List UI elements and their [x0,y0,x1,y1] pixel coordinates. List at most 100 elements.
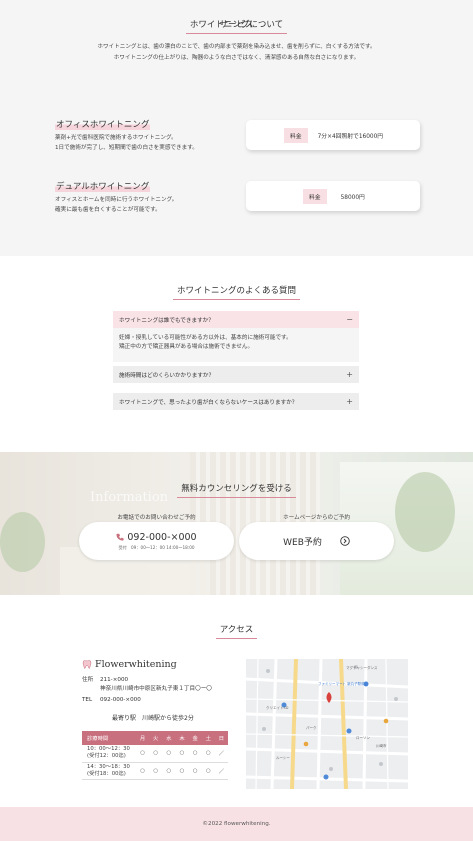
web-reserve-button[interactable]: WEB予約 [239,522,394,560]
schedule-time: 14：30〜18：30 (受付18：00迄) [82,762,136,780]
schedule-mark: ○ [175,762,189,780]
map-graphic: マグチャシーダンス ファミリーマート 新丸子駅前店 クリエイトSD ローソン ル… [246,659,408,789]
about-desc-line: ホワイトニングの仕上がりは、陶器のような白さではなく、清潔感のある自然な白さにな… [113,55,360,61]
tel-label: TEL [82,697,93,703]
service-desc: 薬剤+光で歯科医院で施術するホワイトニング。 [55,135,177,141]
map-label: ローソン [356,736,370,740]
web-label: ホームページからのご予約 [283,515,350,521]
schedule-mark: ○ [188,745,202,763]
schedule-header: 月 [136,731,150,745]
faq-question-text: ホワイトニングで、思ったより歯が白くならないケースはありますか？ [119,399,298,406]
service-office: オフィスホワイトニング 薬剤+光で歯科医院で施術するホワイトニング。 1日で施術… [55,118,255,153]
tel-number: 092-000-×000 [100,697,141,703]
map-label: パーク [306,725,317,730]
schedule-header: 土 [201,731,215,745]
price-card-dual: 料金 58000円 [246,181,420,211]
faq-question-text: ホワイトニングは誰でもできますか？ [119,317,214,324]
web-reserve-label: WEB予約 [283,537,322,548]
faq-answer-line: 矯正中の方で矯正器具がある場合は施術できません。 [119,344,254,350]
schedule-header: 日 [214,731,228,745]
schedule-mark: ○ [136,762,150,780]
schedule-row: 14：30〜18：30 (受付18：00迄) ○ ○ ○ ○ ○ ○ ／ [82,762,228,780]
phone-hours: 受付 09：00〜12：00 14:00〜18:00 [118,544,195,550]
faq-question[interactable]: 施術時間はどのくらいかかりますか？ + [113,366,359,383]
map-label: 川崎市 [376,743,387,748]
service-name: デュアルホワイトニング [55,180,151,192]
schedule-mark: ○ [149,745,163,763]
service-desc: オフィスとホームを同時に行うホワイトニング。 [55,197,178,203]
phone-label: お電話でのお問い合わせご予約 [117,515,196,521]
schedule-mark: ○ [175,745,189,763]
faq-question[interactable]: ホワイトニングは誰でもできますか？ − [113,311,359,328]
faq-answer: 妊婦・授乳している可能性がある方以外は、基本的に施術可能です。 矯正中の方で矯正… [113,328,359,362]
faq-item: 施術時間はどのくらいかかりますか？ + [113,366,359,383]
access-section: アクセス Flowerwhitening 住所 211-×000 神奈川県川崎市… [0,595,473,807]
service-dual: デュアルホワイトニング オフィスとホームを同時に行うホワイトニング。 確実に最も… [55,180,255,215]
price-label: 料金 [303,188,327,204]
price-label: 料金 [284,127,308,143]
schedule-mark: ○ [201,762,215,780]
copyright: ©2022 flowerwhitening. [202,821,271,827]
schedule-mark: ○ [162,745,176,763]
schedule-mark: ○ [201,745,215,763]
schedule-mark: ○ [162,762,176,780]
schedule-mark: ○ [188,762,202,780]
chevron-right-circle-icon [340,536,350,546]
address-text: 神奈川県川崎市中原区新丸子東１丁目〇ー〇 [100,686,212,692]
address-row: 住所 211-×000 [82,676,212,685]
schedule-header-row: 診療時間 月 火 水 木 金 土 日 [82,731,228,745]
counsel-title: 無料カウンセリングを受ける [0,482,473,502]
address-label: 住所 [82,677,94,683]
schedule-row: 10：00〜12：30 (受付12：00迄) ○ ○ ○ ○ ○ ○ ／ [82,745,228,763]
price-card-office: 料金 7分×4回照射で16000円 [246,120,420,150]
faq-question[interactable]: ホワイトニングで、思ったより歯が白くならないケースはありますか？ + [113,393,359,410]
price-value: 7分×4回照射で16000円 [317,133,384,140]
about-section: ホワイトニングについて ホワイトニングとは、歯の漂白のことで、歯の内部まで薬剤を… [0,0,473,256]
clinic-logo: Flowerwhitening [82,659,177,670]
service-desc: 1日で施術が完了し、短期間で歯の白さを実感できます。 [55,145,198,151]
plus-icon[interactable]: + [346,397,353,406]
zip-code: 211-×000 [100,677,129,683]
tel-row: TEL 092-000-×000 [82,696,212,705]
service-desc: 確実に最も歯を白くすることが可能です。 [55,207,161,213]
counseling-section: Information 無料カウンセリングを受ける お電話でのお問い合わせご予約… [0,452,473,595]
faq-title: ホワイトニングのよくある質問 [0,284,473,304]
phone-row: 092-000-×000 [116,531,197,543]
faq-section: ホワイトニングのよくある質問 ホワイトニングは誰でもできますか？ − 妊婦・授乳… [0,256,473,452]
schedule-mark: ○ [149,762,163,780]
phone-icon [116,533,124,541]
about-description: ホワイトニングとは、歯の漂白のことで、歯の内部まで薬剤を染み込ませ、歯を削らずに… [0,42,473,64]
map-label: マグチャシーダンス [346,665,378,670]
schedule-header: 火 [149,731,163,745]
schedule-time: 10：00〜12：30 (受付12：00迄) [82,745,136,763]
phone-number: 092-000-×000 [127,531,197,543]
service-title: サービス [0,18,473,38]
faq-answer-line: 妊婦・授乳している可能性がある方以外は、基本的に施術可能です。 [119,335,292,341]
map-label: クリエイトSD [266,705,289,710]
schedule-header: 金 [188,731,202,745]
map-label: ファミリーマート 新丸子駅前店 [318,681,369,686]
phone-button[interactable]: 092-000-×000 受付 09：00〜12：00 14:00〜18:00 [79,522,234,560]
about-desc-line: ホワイトニングとは、歯の漂白のことで、歯の内部まで薬剤を染み込ませ、歯を削らずに… [97,44,376,50]
plus-icon[interactable]: + [346,370,353,379]
schedule-mark: ／ [214,745,228,763]
schedule-mark: ○ [136,745,150,763]
access-map[interactable]: マグチャシーダンス ファミリーマート 新丸子駅前店 クリエイトSD ローソン ル… [246,659,408,789]
schedule-header: 診療時間 [82,731,136,745]
faq-item: ホワイトニングは誰でもできますか？ − 妊婦・授乳している可能性がある方以外は、… [113,311,359,362]
schedule-header: 木 [175,731,189,745]
footer: ©2022 flowerwhitening. [0,807,473,841]
service-name: オフィスホワイトニング [55,118,151,130]
schedule-header: 水 [162,731,176,745]
minus-icon[interactable]: − [346,315,353,324]
logo-text: Flowerwhitening [95,659,177,670]
price-value: 58000円 [340,194,365,201]
schedule-mark: ／ [214,762,228,780]
address-block: 住所 211-×000 神奈川県川崎市中原区新丸子東１丁目〇ー〇 TEL 092… [82,676,212,705]
background-plant [0,512,45,572]
schedule-table: 診療時間 月 火 水 木 金 土 日 10：00〜12：30 (受付12：00迄)… [82,731,228,780]
access-title: アクセス [0,623,473,643]
faq-question-text: 施術時間はどのくらいかかりますか？ [119,372,215,379]
station-info: 最寄り駅 川崎駅から徒歩2分 [112,715,194,722]
map-label: ルーシー [276,756,290,760]
